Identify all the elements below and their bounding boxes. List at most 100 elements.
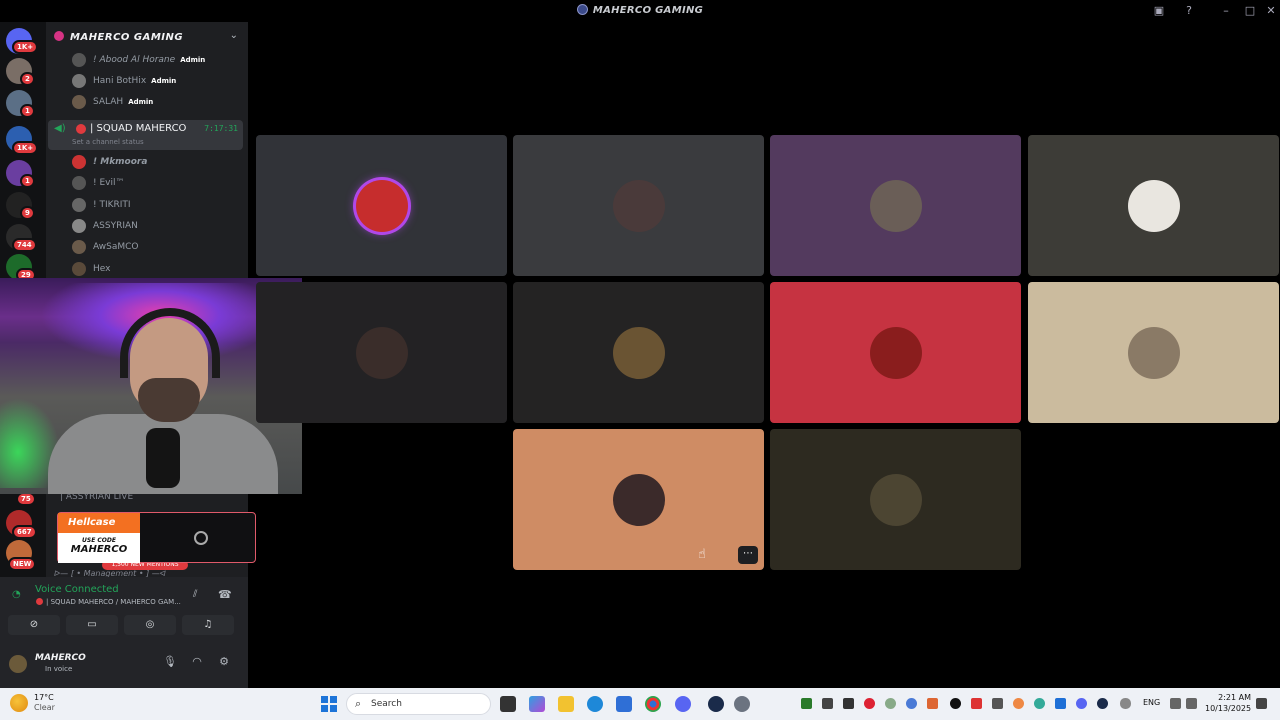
mention-badge: 744 xyxy=(12,238,37,252)
avatar xyxy=(72,240,86,254)
microphone-icon[interactable] xyxy=(1120,698,1131,709)
mention-badge: 1 xyxy=(20,104,35,118)
new-badge: NEW xyxy=(8,557,37,571)
video-tile[interactable] xyxy=(256,135,507,276)
voice-member[interactable]: ! Mkmoora xyxy=(72,153,147,171)
file-explorer-icon[interactable] xyxy=(558,696,574,712)
volume-icon[interactable] xyxy=(1186,698,1197,709)
language-indicator[interactable]: ENG xyxy=(1143,698,1160,707)
video-tile[interactable] xyxy=(513,135,764,276)
tray-app-icon[interactable] xyxy=(843,698,854,709)
user-avatar[interactable] xyxy=(9,655,27,673)
video-tile[interactable] xyxy=(770,135,1021,276)
mouse-cursor-icon: ☝ xyxy=(698,547,706,562)
soundboard-button[interactable]: ♫ xyxy=(182,615,234,635)
participant-avatar xyxy=(612,473,665,526)
discord-tray-icon[interactable] xyxy=(1076,698,1087,709)
participant-avatar xyxy=(355,179,408,232)
voice-member[interactable]: AwSaMCO xyxy=(72,238,139,256)
noise-suppression-icon[interactable]: ⫽ xyxy=(193,589,197,600)
steam-tray-icon[interactable] xyxy=(1097,698,1108,709)
voice-member[interactable]: ! Abood Al Horane Admin xyxy=(72,51,205,69)
tray-app-icon[interactable] xyxy=(864,698,875,709)
video-tile[interactable]: ⋯ xyxy=(513,429,764,570)
video-tile[interactable] xyxy=(770,282,1021,423)
channel-timer: 7:17:31 xyxy=(204,124,238,133)
gear-icon[interactable]: ⚙ xyxy=(216,655,232,671)
voice-member[interactable]: ! Evil™ xyxy=(72,174,124,192)
signal-icon[interactable]: ◔ xyxy=(12,589,21,600)
mention-badge: 1 xyxy=(20,174,35,188)
microphone-icon[interactable]: 🎙 xyxy=(162,655,178,671)
tray-app-icon[interactable] xyxy=(971,698,982,709)
voice-member[interactable]: ! TIKRITI xyxy=(72,196,131,214)
participant-avatar xyxy=(612,326,665,379)
channel-status[interactable]: Set a channel status xyxy=(72,138,144,146)
maximize-button[interactable]: □ xyxy=(1241,2,1259,20)
weather-widget[interactable]: 17°C Clear xyxy=(34,693,55,713)
video-tile[interactable] xyxy=(770,429,1021,570)
video-tile[interactable] xyxy=(1028,282,1279,423)
video-tile[interactable] xyxy=(1028,135,1279,276)
voice-member[interactable]: Hex xyxy=(72,260,110,278)
streamer-beard xyxy=(138,378,200,422)
disconnect-icon[interactable]: ☎ xyxy=(218,588,232,601)
edge-icon[interactable] xyxy=(587,696,603,712)
tray-app-icon[interactable] xyxy=(906,698,917,709)
participant-avatar xyxy=(1127,326,1180,379)
discord-icon[interactable] xyxy=(675,696,691,712)
task-view-icon[interactable] xyxy=(500,696,516,712)
tray-app-icon[interactable] xyxy=(1034,698,1045,709)
voice-channel-squad[interactable]: ◀) | SQUAD MAHERCO 7:17:31 Set a channel… xyxy=(48,120,243,150)
video-tile[interactable] xyxy=(256,282,507,423)
avatar xyxy=(72,198,86,212)
taskbar-search[interactable]: ⌕ Search xyxy=(346,693,491,715)
mention-badge: 9 xyxy=(20,206,35,220)
tray-app-icon[interactable] xyxy=(885,698,896,709)
more-options-button[interactable]: ⋯ xyxy=(738,546,758,564)
voice-status[interactable]: Voice Connected xyxy=(35,584,119,595)
help-icon[interactable]: ? xyxy=(1180,2,1198,20)
tray-app-icon[interactable] xyxy=(927,698,938,709)
server-icon xyxy=(54,31,64,41)
video-tile[interactable] xyxy=(513,282,764,423)
store-icon[interactable] xyxy=(616,696,632,712)
close-button[interactable]: ✕ xyxy=(1262,2,1280,20)
network-icon[interactable] xyxy=(1170,698,1181,709)
steam-icon[interactable] xyxy=(708,696,724,712)
tray-app-icon[interactable] xyxy=(822,698,833,709)
speaker-icon: ◀) xyxy=(54,123,66,134)
voice-member[interactable]: ASSYRIAN xyxy=(72,217,138,235)
minimize-button[interactable]: – xyxy=(1217,2,1235,20)
user-name: MAHERCO xyxy=(35,653,86,663)
tray-app-icon[interactable] xyxy=(992,698,1003,709)
tray-app-icon[interactable] xyxy=(1013,698,1024,709)
voice-channel-path[interactable]: | SQUAD MAHERCO / MAHERCO GAM... xyxy=(36,598,181,606)
admin-badge: Admin xyxy=(151,77,177,85)
participant-avatar xyxy=(612,179,665,232)
mention-badge: 1K+ xyxy=(12,141,39,155)
promo-overlay: Hellcase USE CODE MAHERCO xyxy=(57,512,256,563)
copilot-icon[interactable] xyxy=(529,696,545,712)
chrome-icon[interactable] xyxy=(645,696,661,712)
participant-avatar xyxy=(1127,179,1180,232)
camera-off-button[interactable]: ⊘ xyxy=(8,615,60,635)
activity-button[interactable]: ◎ xyxy=(124,615,176,635)
nvidia-icon[interactable] xyxy=(801,698,812,709)
avatar xyxy=(72,262,86,276)
inbox-icon[interactable]: ▣ xyxy=(1150,2,1168,20)
bluetooth-icon[interactable] xyxy=(1055,698,1066,709)
settings-icon[interactable] xyxy=(734,696,750,712)
voice-member[interactable]: SALAH Admin xyxy=(72,93,153,111)
voice-member[interactable]: Hani BotHix Admin xyxy=(72,72,176,90)
headphones-icon[interactable]: ◠ xyxy=(189,655,205,671)
weather-icon[interactable] xyxy=(10,694,28,712)
start-button[interactable] xyxy=(321,696,337,712)
clock[interactable]: 2:21 AM 10/13/2025 xyxy=(1205,692,1251,714)
notification-icon[interactable] xyxy=(1256,698,1267,709)
screen-share-button[interactable]: ▭ xyxy=(66,615,118,635)
server-name-header[interactable]: MAHERCO GAMING xyxy=(54,31,183,43)
chevron-down-icon[interactable]: ⌄ xyxy=(230,30,238,41)
live-dot xyxy=(36,598,43,605)
tray-app-icon[interactable] xyxy=(950,698,961,709)
